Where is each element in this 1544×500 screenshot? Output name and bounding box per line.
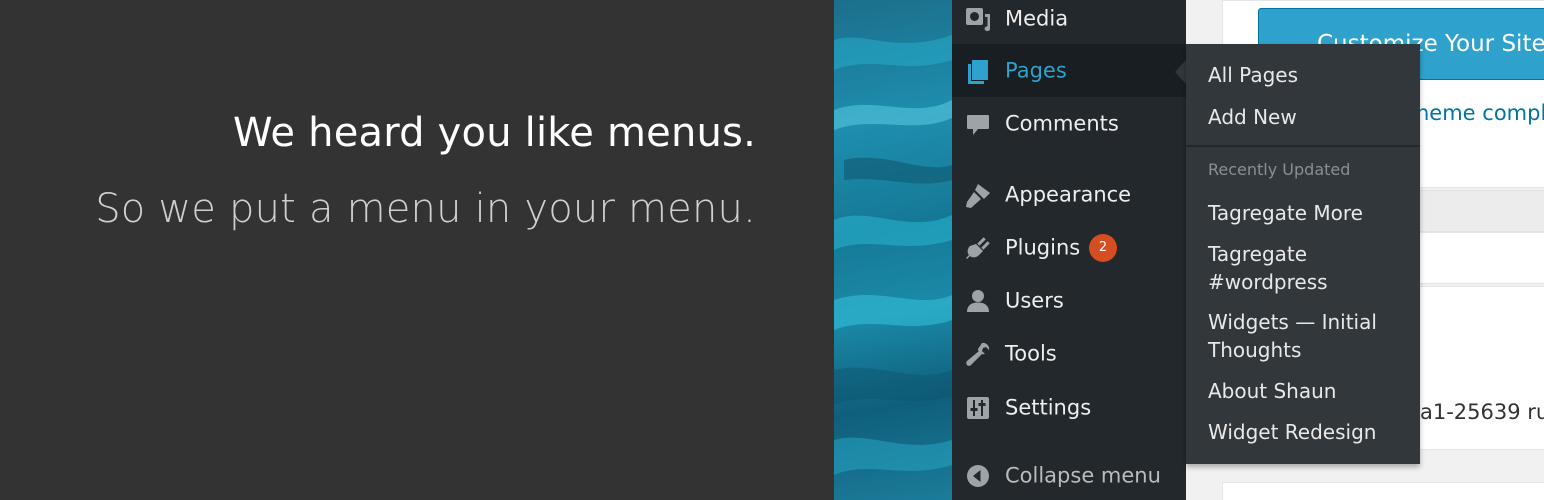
menu-label-users: Users bbox=[1005, 288, 1064, 313]
menu-label-media: Media bbox=[1005, 6, 1069, 31]
plugins-icon bbox=[964, 234, 992, 262]
promo-headline: We heard you like menus. bbox=[233, 110, 756, 156]
menu-item-tools[interactable]: Tools bbox=[952, 327, 1186, 380]
recent-page-link[interactable]: Tagregate #wordpress bbox=[1208, 240, 1368, 296]
menu-item-comments[interactable]: Comments bbox=[952, 97, 1186, 150]
version-text: a1-25639 runn bbox=[1420, 400, 1544, 424]
recent-page-link[interactable]: About Shaun bbox=[1208, 377, 1408, 405]
media-icon bbox=[964, 5, 992, 33]
tools-icon bbox=[964, 340, 992, 368]
ocean-waves bbox=[834, 35, 952, 475]
submenu-add-new[interactable]: Add New bbox=[1208, 103, 1408, 131]
pages-flyout-submenu: All Pages Add New Recently Updated Tagre… bbox=[1186, 44, 1420, 464]
menu-label-collapse: Collapse menu bbox=[1005, 463, 1161, 488]
recently-updated-heading: Recently Updated bbox=[1208, 160, 1351, 179]
menu-label-pages: Pages bbox=[1005, 58, 1067, 83]
menu-label-comments: Comments bbox=[1005, 111, 1119, 136]
submenu-all-pages[interactable]: All Pages bbox=[1208, 61, 1408, 89]
recent-page-link[interactable]: Widget Redesign bbox=[1208, 418, 1408, 446]
activity-widget bbox=[1222, 482, 1544, 500]
submenu-divider bbox=[1186, 145, 1420, 147]
appearance-icon bbox=[964, 181, 992, 209]
pages-icon bbox=[964, 57, 992, 85]
menu-item-appearance[interactable]: Appearance bbox=[952, 168, 1186, 221]
menu-label-settings: Settings bbox=[1005, 395, 1092, 420]
theme-link[interactable]: heme comple bbox=[1416, 101, 1544, 125]
plugins-update-badge: 2 bbox=[1089, 233, 1117, 262]
menu-item-plugins[interactable]: Plugins 2 bbox=[952, 221, 1186, 274]
collapse-menu-button[interactable]: Collapse menu bbox=[952, 449, 1186, 500]
menu-item-media[interactable]: Media bbox=[952, 0, 1186, 45]
menu-label-appearance: Appearance bbox=[1005, 182, 1132, 207]
menu-item-users[interactable]: Users bbox=[952, 274, 1186, 327]
menu-item-pages[interactable]: Pages bbox=[952, 44, 1186, 97]
recent-page-link[interactable]: Widgets — Initial Thoughts bbox=[1208, 308, 1388, 364]
menu-label-plugins: Plugins bbox=[1005, 235, 1081, 260]
flyout-pointer bbox=[1175, 60, 1186, 84]
admin-menu: Media Pages Comments Appearance Plugins … bbox=[952, 0, 1186, 500]
collapse-icon bbox=[964, 462, 992, 490]
menu-label-tools: Tools bbox=[1005, 341, 1057, 366]
settings-icon bbox=[964, 394, 992, 422]
menu-item-settings[interactable]: Settings bbox=[952, 381, 1186, 434]
ocean-background bbox=[834, 0, 952, 500]
promo-panel: We heard you like menus. So we put a men… bbox=[0, 0, 834, 500]
promo-subline: So we put a menu in your menu. bbox=[95, 186, 756, 232]
comments-icon bbox=[964, 110, 992, 138]
users-icon bbox=[964, 287, 992, 315]
recent-page-link[interactable]: Tagregate More bbox=[1208, 199, 1408, 227]
